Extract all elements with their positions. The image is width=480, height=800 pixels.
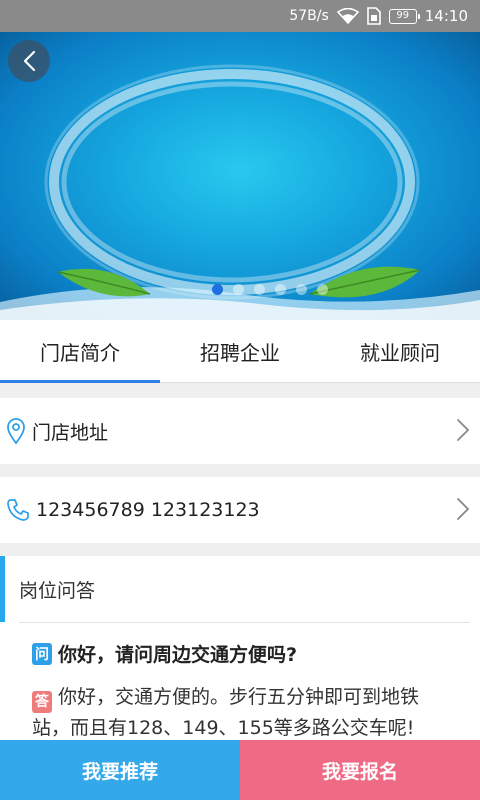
- wifi-icon: [336, 8, 359, 24]
- divider: [19, 622, 470, 623]
- carousel-dot[interactable]: [296, 284, 307, 295]
- tab-bar: 门店简介 招聘企业 就业顾问: [0, 320, 480, 383]
- phone-row[interactable]: 123456789 123123123: [0, 477, 480, 543]
- network-speed: 57B/s: [289, 8, 329, 24]
- tab-label: 门店简介: [40, 340, 120, 365]
- carousel-dot[interactable]: [275, 284, 286, 295]
- status-bar: 57B/s 99 14:10: [0, 0, 480, 32]
- clock: 14:10: [424, 7, 468, 25]
- qa-answer: 答你好，交通方便的。步行五分钟即可到地铁站，而且有128、149、155等多路公…: [32, 682, 452, 743]
- tab-label: 就业顾问: [360, 340, 440, 365]
- signup-button[interactable]: 我要报名: [240, 740, 480, 800]
- back-button[interactable]: [8, 40, 50, 82]
- qa-question: 问 你好，请问周边交通方便吗?: [32, 640, 297, 667]
- tab-employment-advisor[interactable]: 就业顾问: [320, 320, 480, 382]
- tab-label: 招聘企业: [200, 340, 280, 365]
- store-address-row[interactable]: 门店地址: [0, 398, 480, 464]
- tab-hiring-companies[interactable]: 招聘企业: [160, 320, 320, 382]
- chevron-left-icon: [23, 50, 36, 72]
- sim-icon: [366, 7, 381, 25]
- water-splash-image: [0, 64, 480, 320]
- tab-store-intro[interactable]: 门店简介: [0, 320, 160, 383]
- question-text: 你好，请问周边交通方便吗?: [58, 644, 298, 666]
- answer-badge: 答: [32, 691, 52, 713]
- battery-icon: 99: [388, 8, 420, 24]
- carousel-indicator: [0, 284, 480, 295]
- carousel-dot[interactable]: [317, 284, 328, 295]
- qa-title: 岗位问答: [19, 580, 96, 602]
- bottom-action-bar: 我要推荐 我要报名: [0, 740, 480, 800]
- carousel-dot[interactable]: [212, 284, 223, 295]
- carousel-dot[interactable]: [233, 284, 244, 295]
- banner-carousel[interactable]: [0, 32, 480, 320]
- phone-numbers: 123456789 123123123: [36, 499, 260, 521]
- chevron-right-icon: [457, 419, 470, 441]
- phone-icon: [7, 499, 29, 521]
- carousel-dot[interactable]: [254, 284, 265, 295]
- question-badge: 问: [32, 642, 52, 665]
- store-address-label: 门店地址: [32, 421, 109, 444]
- chevron-right-icon: [457, 498, 470, 520]
- section-accent-bar: [0, 556, 5, 622]
- recommend-button[interactable]: 我要推荐: [0, 740, 240, 800]
- answer-text: 你好，交通方便的。步行五分钟即可到地铁站，而且有128、149、155等多路公交…: [32, 686, 420, 739]
- location-pin-icon: [7, 418, 25, 445]
